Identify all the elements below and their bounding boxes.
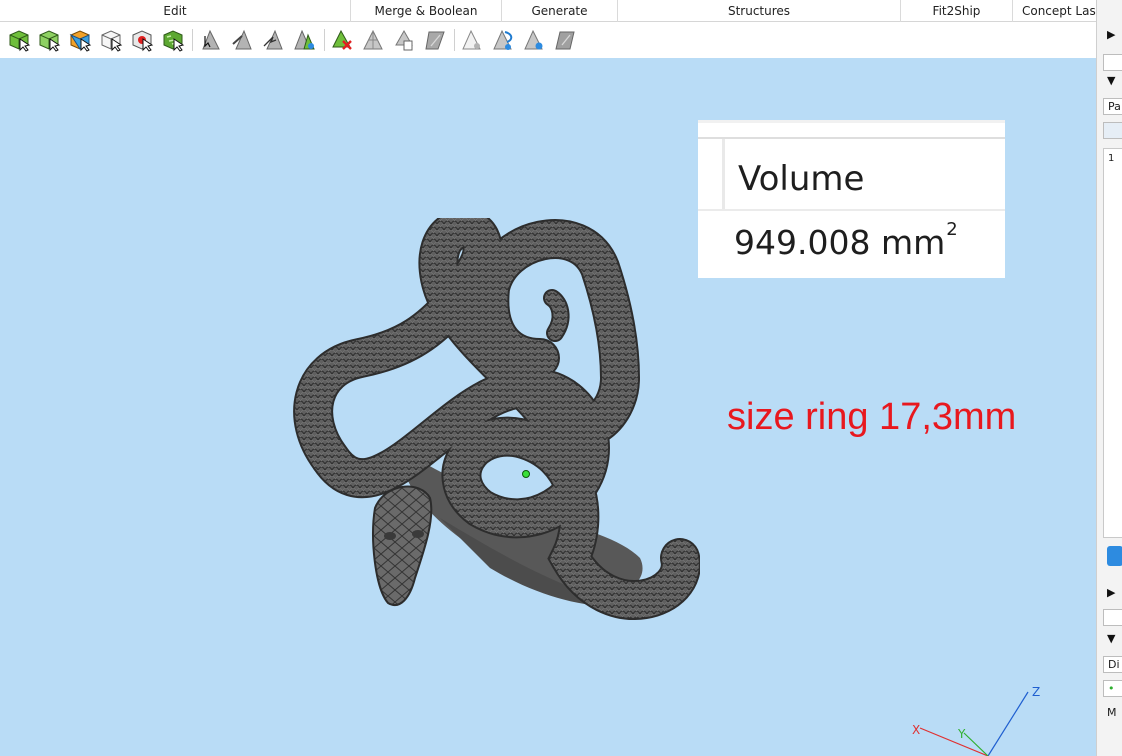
toolbar [0,23,1096,58]
triangle-invert-icon[interactable] [421,26,449,54]
shell-select-icon[interactable] [458,26,486,54]
triangle-marked-icon[interactable] [290,26,318,54]
panel-expand-arrow-2-icon[interactable]: ▶ [1107,586,1122,599]
panel-label-m: M [1107,706,1117,719]
panel-collapse-arrow-icon[interactable]: ▼ [1107,74,1122,87]
3d-viewport[interactable]: Volume 949.008 mm2 size ring 17,3mm Z X … [0,58,1096,756]
select-patch-part-icon[interactable] [159,26,187,54]
z-axis-label: Z [1032,685,1040,699]
panel-thumbnail-icon[interactable] [1103,122,1122,139]
axis-gizmo: Z X Y [912,685,1040,756]
volume-value-number: 949.008 mm [734,223,946,262]
volume-panel: Volume 949.008 mm2 [698,120,1005,278]
volume-header-line [698,137,1005,139]
z-axis-line [987,691,1029,756]
panel-collapse-arrow-2-icon[interactable]: ▼ [1107,632,1122,645]
panel-parts-list[interactable]: 1 [1103,148,1122,538]
triangle-lasso-icon[interactable] [259,26,287,54]
volume-column-gutter [722,139,725,209]
triangle-copy-icon[interactable] [390,26,418,54]
panel-cube-icon[interactable] [1107,546,1122,566]
shell-view-icon[interactable] [520,26,548,54]
ring-size-annotation: size ring 17,3mm [727,396,1017,438]
right-side-panel: ▶ ▼ Pa 1 ▶ ▼ Di • M [1096,0,1122,756]
toolbar-separator [454,29,455,51]
ribbon-group-fit2ship[interactable]: Fit2Ship [901,0,1013,22]
snake-ring-model[interactable] [290,218,700,648]
x-axis-label: X [912,723,920,737]
volume-unit-superscript: 2 [946,219,958,240]
y-axis-label: Y [957,727,966,741]
ribbon-group-bar: Edit Merge & Boolean Generate Structures… [0,0,1108,22]
ribbon-group-edit[interactable]: Edit [0,0,351,22]
panel-green-dot-icon[interactable]: • [1103,680,1122,697]
panel-expand-arrow-icon[interactable]: ▶ [1107,28,1122,41]
ribbon-group-generate[interactable]: Generate [502,0,618,22]
panel-search-field[interactable] [1103,54,1122,71]
triangle-select-icon[interactable] [197,26,225,54]
toolbar-separator [324,29,325,51]
triangle-split-icon[interactable] [359,26,387,54]
volume-row-divider [698,209,1005,211]
select-orange-part-icon[interactable] [66,26,94,54]
shell-gray-icon[interactable] [551,26,579,54]
volume-header: Volume [738,159,865,199]
triangle-delete-icon[interactable] [328,26,356,54]
ribbon-group-structures[interactable]: Structures [618,0,901,22]
panel-field-2[interactable] [1103,609,1122,626]
panel-list-row[interactable]: 1 [1104,149,1122,164]
triangle-brush-icon[interactable] [228,26,256,54]
x-axis-line [919,727,989,756]
panel-parts-dropdown[interactable]: Pa [1103,98,1122,115]
ribbon-group-merge-boolean[interactable]: Merge & Boolean [351,0,502,22]
select-green-part-icon[interactable] [35,26,63,54]
select-part-icon[interactable] [5,26,33,54]
panel-display-dropdown[interactable]: Di [1103,656,1122,673]
select-red-part-icon[interactable] [128,26,156,54]
select-white-part-icon[interactable] [97,26,125,54]
volume-value: 949.008 mm2 [734,219,958,262]
y-axis-line [963,732,989,756]
toolbar-separator [192,29,193,51]
shell-move-icon[interactable] [489,26,517,54]
